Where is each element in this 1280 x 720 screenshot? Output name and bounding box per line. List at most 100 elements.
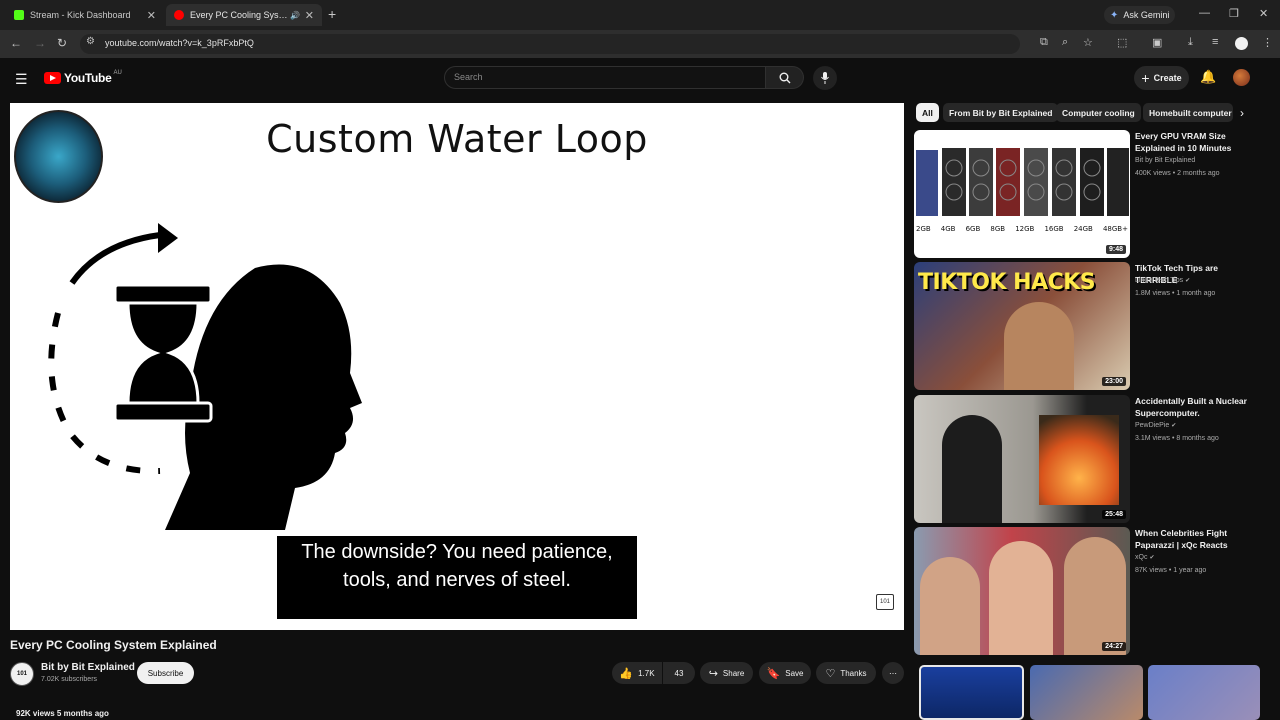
thumb-headline: TIKTOK HACKS bbox=[918, 270, 1096, 295]
plus-icon: + bbox=[1141, 70, 1150, 86]
duration-badge: 23:00 bbox=[1102, 377, 1126, 386]
gemini-icon: ✦ bbox=[1110, 9, 1119, 21]
person-image bbox=[920, 557, 980, 655]
rec-channel-row[interactable]: xQc ✔ bbox=[1135, 554, 1154, 561]
rec-title[interactable]: Accidentally Built a Nuclear Supercomput… bbox=[1135, 395, 1260, 419]
sidebar-icon[interactable]: ▣ bbox=[1152, 36, 1162, 49]
rec-channel[interactable]: xQc bbox=[1135, 554, 1147, 561]
share-label: Share bbox=[722, 668, 745, 678]
person-image bbox=[1064, 537, 1126, 655]
reload-icon[interactable]: ↻ bbox=[57, 36, 67, 50]
like-button[interactable]: 👍 1.7K bbox=[612, 662, 662, 684]
recommendation-item[interactable]: 24:27 When Celebrities Fight Paparazzi |… bbox=[914, 527, 1260, 655]
verified-check-icon: ✔ bbox=[1171, 423, 1177, 429]
gpu-label: 24GB bbox=[1073, 225, 1093, 233]
browser-tab-youtube[interactable]: Every PC Cooling System Ex 🔊 ✕ bbox=[166, 4, 322, 26]
mic-icon bbox=[821, 72, 829, 84]
chip-all[interactable]: All bbox=[916, 103, 939, 122]
thumbnail[interactable]: 2GB 4GB 6GB 8GB 12GB 16GB 24GB 48GB+ 9:4… bbox=[914, 130, 1130, 258]
chip-from-channel[interactable]: From Bit by Bit Explained bbox=[943, 103, 1059, 122]
rec-title[interactable]: Every GPU VRAM Size Explained in 10 Minu… bbox=[1135, 130, 1260, 154]
view-count-date: 92K views 5 months ago bbox=[16, 709, 109, 718]
rec-meta: 87K views • 1 year ago bbox=[1135, 567, 1207, 574]
channel-watermark[interactable]: 101 bbox=[876, 594, 894, 610]
duration-badge: 9:48 bbox=[1105, 245, 1126, 254]
extensions-icon[interactable]: ⬚ bbox=[1117, 36, 1127, 49]
bookmark-icon: 🔖 bbox=[766, 667, 781, 680]
menu-icon[interactable]: ☰ bbox=[15, 71, 28, 88]
thumbnail[interactable]: TIKTOK HACKS 23:00 bbox=[914, 262, 1130, 390]
browser-tab-kick[interactable]: Stream - Kick Dashboard ✕ bbox=[6, 4, 164, 26]
rec-channel-row[interactable]: Linus Tech Tips ✔ bbox=[1135, 277, 1190, 284]
thanks-button[interactable]: ♡ Thanks bbox=[816, 662, 876, 684]
window-close-icon[interactable]: ✕ bbox=[1259, 7, 1268, 20]
shelf-thumbnail[interactable] bbox=[1148, 665, 1260, 720]
browser-profile-avatar[interactable] bbox=[1235, 37, 1248, 50]
share-button[interactable]: ↪ Share bbox=[700, 662, 753, 684]
thumbnail[interactable]: 24:27 bbox=[914, 527, 1130, 655]
more-actions-button[interactable]: ⋯ bbox=[882, 662, 904, 684]
rec-meta: 400K views • 2 months ago bbox=[1135, 170, 1220, 177]
notifications-bell-icon[interactable]: 🔔 bbox=[1200, 69, 1216, 85]
close-icon[interactable]: ✕ bbox=[305, 9, 314, 22]
restore-icon[interactable]: ❐ bbox=[1229, 7, 1239, 20]
search-button[interactable] bbox=[766, 66, 804, 89]
speaker-icon[interactable]: 🔊 bbox=[290, 11, 300, 20]
minimize-icon[interactable]: — bbox=[1199, 7, 1210, 19]
close-icon[interactable]: ✕ bbox=[147, 9, 156, 22]
install-app-icon[interactable]: ⧉ bbox=[1040, 36, 1048, 49]
dislike-button[interactable]: 43 bbox=[663, 662, 695, 684]
share-icon: ↪ bbox=[708, 667, 718, 680]
gpu-label: 12GB bbox=[1015, 225, 1035, 233]
save-button[interactable]: 🔖 Save bbox=[759, 662, 811, 684]
caption-text: The downside? You need patience, tools, … bbox=[277, 536, 637, 619]
search-placeholder: Search bbox=[454, 72, 483, 82]
more-horiz-icon: ⋯ bbox=[889, 668, 897, 678]
video-player[interactable]: Custom Water Loop The downside? You need… bbox=[10, 103, 904, 630]
rec-channel[interactable]: Bit by Bit Explained bbox=[1135, 157, 1195, 164]
rec-title[interactable]: When Celebrities Fight Paparazzi | xQc R… bbox=[1135, 527, 1260, 551]
more-vert-icon[interactable]: ⋮ bbox=[1262, 36, 1273, 49]
youtube-wordmark: YouTube bbox=[64, 71, 112, 85]
chip-homebuilt-computer[interactable]: Homebuilt computer bbox=[1143, 103, 1233, 122]
ask-gemini-button[interactable]: ✦ Ask Gemini bbox=[1104, 6, 1176, 24]
recommendation-item[interactable]: TIKTOK HACKS 23:00 TikTok Tech Tips are … bbox=[914, 262, 1260, 390]
gpu-label: 48GB+ bbox=[1102, 225, 1128, 233]
rec-channel[interactable]: Linus Tech Tips bbox=[1135, 277, 1183, 284]
chip-computer-cooling[interactable]: Computer cooling bbox=[1056, 103, 1141, 122]
person-image bbox=[989, 541, 1053, 655]
rec-channel-row[interactable]: PewDiePie ✔ bbox=[1135, 422, 1176, 429]
shelf-thumbnail[interactable] bbox=[1030, 665, 1143, 720]
gpu-label: 2GB bbox=[916, 225, 931, 233]
back-arrow-icon[interactable]: ← bbox=[10, 36, 22, 50]
zoom-icon[interactable]: ⌕ bbox=[1062, 36, 1068, 49]
channel-avatar[interactable]: 101 bbox=[10, 662, 34, 686]
gpu-size-labels: 2GB 4GB 6GB 8GB 12GB 16GB 24GB 48GB+ bbox=[916, 225, 1128, 233]
subscribe-button[interactable]: Subscribe bbox=[137, 662, 194, 684]
recommendation-item[interactable]: 25:48 Accidentally Built a Nuclear Super… bbox=[914, 395, 1260, 523]
url-text[interactable]: youtube.com/watch?v=k_3pRFxbPtQ bbox=[105, 38, 254, 48]
search-input[interactable] bbox=[444, 66, 766, 89]
thanks-icon: ♡ bbox=[825, 667, 836, 680]
chevron-right-icon[interactable]: › bbox=[1240, 106, 1244, 120]
shelf-thumbnail[interactable] bbox=[919, 665, 1024, 720]
bookmark-star-icon[interactable]: ☆ bbox=[1083, 36, 1093, 49]
channel-name[interactable]: Bit by Bit Explained bbox=[41, 662, 135, 673]
youtube-logo[interactable]: YouTube AU bbox=[44, 70, 122, 85]
country-code: AU bbox=[113, 70, 122, 76]
media-icon[interactable]: ≡ bbox=[1212, 36, 1218, 48]
video-title: Every PC Cooling System Explained bbox=[10, 638, 217, 652]
plus-icon[interactable]: + bbox=[328, 6, 336, 22]
voice-search-button[interactable] bbox=[813, 66, 837, 90]
recommendation-item[interactable]: 2GB 4GB 6GB 8GB 12GB 16GB 24GB 48GB+ 9:4… bbox=[914, 130, 1260, 258]
forward-arrow-icon[interactable]: → bbox=[34, 36, 46, 50]
thanks-label: Thanks bbox=[840, 668, 867, 678]
rec-channel[interactable]: PewDiePie bbox=[1135, 422, 1169, 429]
avatar[interactable] bbox=[1233, 69, 1250, 86]
thumbnail[interactable]: 25:48 bbox=[914, 395, 1130, 523]
site-info-icon[interactable]: ⚙ bbox=[86, 36, 95, 47]
download-icon[interactable]: ⤓ bbox=[1188, 36, 1193, 49]
arrow-head-icon bbox=[158, 223, 178, 253]
create-button[interactable]: + Create bbox=[1134, 66, 1189, 90]
ask-gemini-label: Ask Gemini bbox=[1123, 10, 1170, 20]
